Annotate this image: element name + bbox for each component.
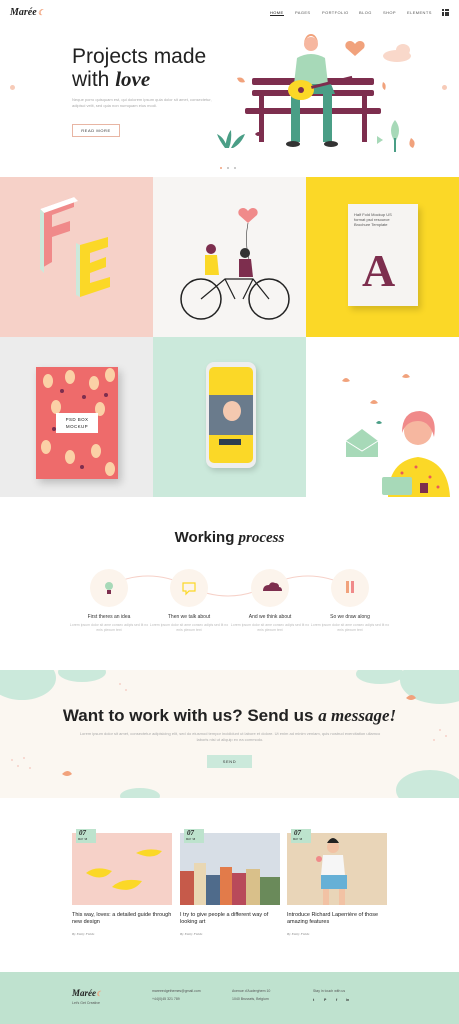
brochure-card-text: Half Fold Mockup US format psd resource … (354, 212, 392, 227)
send-button[interactable]: SEND (207, 755, 252, 768)
post-1-date-badge: 07 MAY '18 (76, 829, 96, 843)
twitter-icon[interactable]: t (313, 997, 314, 1003)
post-1-author[interactable]: By Emily Fields (72, 932, 94, 936)
post-2-title[interactable]: I try to give people a different way of … (180, 912, 285, 926)
step-4-title: So we draw along (330, 614, 370, 620)
step-4-circle (331, 569, 369, 607)
read-more-button[interactable]: READ MORE (72, 124, 120, 137)
cloud-icon (263, 582, 282, 591)
portfolio-tile-mail[interactable] (306, 337, 459, 497)
nav-shop[interactable]: SHOP (383, 10, 396, 15)
slider-indicator-active[interactable] (220, 167, 222, 169)
heart-balloon-icon (238, 208, 258, 223)
brochure-card: Half Fold Mockup US format psd resource … (348, 204, 418, 306)
cta-text: Lorem ipsum dolor sit amet, consectetur … (79, 731, 381, 742)
logo-text: Marée (10, 7, 37, 18)
post-1-title[interactable]: This way, loves: a detailed guide throug… (72, 912, 177, 926)
post-2-date-badge: 07 MAY '18 (184, 829, 204, 843)
portfolio-tile-tandem[interactable] (153, 177, 306, 337)
book-label: PSD BOX MOCKUP (56, 413, 98, 433)
menu-grid-icon[interactable] (442, 9, 449, 16)
cta-title: Want to work with us? Send us a message! (62, 706, 397, 725)
step-4-text: Lorem ipsum dolor sit ame consec adipis … (310, 623, 390, 632)
nav-portfolio[interactable]: PORTFOLIO (322, 10, 349, 15)
brochure-letter: A (362, 245, 396, 296)
moon-icon: ☾ (96, 990, 103, 998)
slider-indicator[interactable] (227, 167, 229, 169)
post-3-date-badge: 07 MAY '18 (291, 829, 311, 843)
step-3-text: Lorem ipsum dolor sit ame consec adipis … (230, 623, 310, 632)
post-3-title[interactable]: Introduce Richard Laperrière of those am… (287, 912, 392, 926)
nav-home[interactable]: HOME (270, 10, 284, 16)
hero-text: Neque porro quisquam est, qui dolorem ip… (72, 97, 212, 108)
footer-address-line1: Avenue d'Auderghem 10 (232, 989, 271, 993)
envelope-icon (346, 429, 378, 457)
post-3-image[interactable] (287, 833, 387, 905)
site-footer: Marée☾ Let's Get Creative mareeedgetheme… (0, 972, 459, 1024)
portfolio-tile-brochure[interactable]: Half Fold Mockup US format psd resource … (306, 177, 459, 337)
linkedin-icon[interactable]: in (346, 997, 349, 1003)
footer-social-title: Stay in touch with us (313, 989, 346, 993)
step-1-text: Lorem ipsum dolor sit ame consec adipis … (69, 623, 149, 632)
book-cover: PSD BOX MOCKUP (36, 367, 118, 479)
portfolio-tile-book[interactable]: PSD BOX MOCKUP (0, 337, 153, 497)
portfolio-tile-phone[interactable] (153, 337, 306, 497)
laptop-icon (382, 477, 412, 495)
step-1-title: First theres an idea (87, 614, 131, 620)
slider-indicator[interactable] (234, 167, 236, 169)
site-header: Marée☾ HOME PAGES PORTFOLIO BLOG SHOP EL… (0, 0, 459, 26)
fe-letters-illustration (40, 197, 110, 297)
post-3-author[interactable]: By Emily Fields (287, 932, 309, 936)
cta-section: Want to work with us? Send us a message!… (0, 670, 459, 798)
speech-bubble-icon (182, 582, 196, 596)
step-1-circle (90, 569, 128, 607)
footer-tagline: Let's Get Creative (72, 1001, 100, 1005)
portfolio-tile-letters[interactable] (0, 177, 153, 337)
footer-address-line2: 1040 Brussels, Belgium (232, 997, 269, 1001)
step-2-text: Lorem ipsum dolor sit ame consec adipis … (149, 623, 229, 632)
phone-mockup (206, 362, 256, 468)
nav-elements[interactable]: ELEMENTS (407, 10, 432, 15)
moon-icon: ☾ (37, 8, 45, 17)
lightbulb-icon (105, 582, 113, 594)
mail-girl-illustration (342, 374, 450, 497)
slider-next-dot[interactable] (442, 85, 447, 90)
site-logo[interactable]: Marée☾ (10, 7, 45, 18)
tandem-bike-illustration (180, 208, 290, 320)
facebook-icon[interactable]: f (336, 997, 337, 1003)
slider-prev-dot[interactable] (10, 85, 15, 90)
footer-phone[interactable]: +44(0)45 321 789 (152, 996, 180, 1002)
footer-logo[interactable]: Marée☾ (72, 988, 102, 998)
plant-shape (217, 130, 245, 148)
process-title: Working process (174, 529, 285, 546)
post-1-image[interactable] (72, 833, 172, 905)
heart-icon (345, 41, 365, 56)
footer-email[interactable]: mareeedgethemes@gmail.com (152, 988, 201, 994)
post-2-image[interactable] (180, 833, 280, 905)
step-3-circle (251, 569, 289, 607)
nav-pages[interactable]: PAGES (295, 10, 311, 15)
post-2-author[interactable]: By Emily Fields (180, 932, 202, 936)
step-3-title: And we think about (248, 614, 292, 620)
step-2-circle (170, 569, 208, 607)
nav-blog[interactable]: BLOG (359, 10, 372, 15)
hero-illustration (217, 34, 415, 152)
pinterest-icon[interactable]: P (324, 997, 326, 1003)
pencil-brush-icon (346, 581, 354, 593)
step-2-title: Then we talk about (167, 614, 211, 620)
